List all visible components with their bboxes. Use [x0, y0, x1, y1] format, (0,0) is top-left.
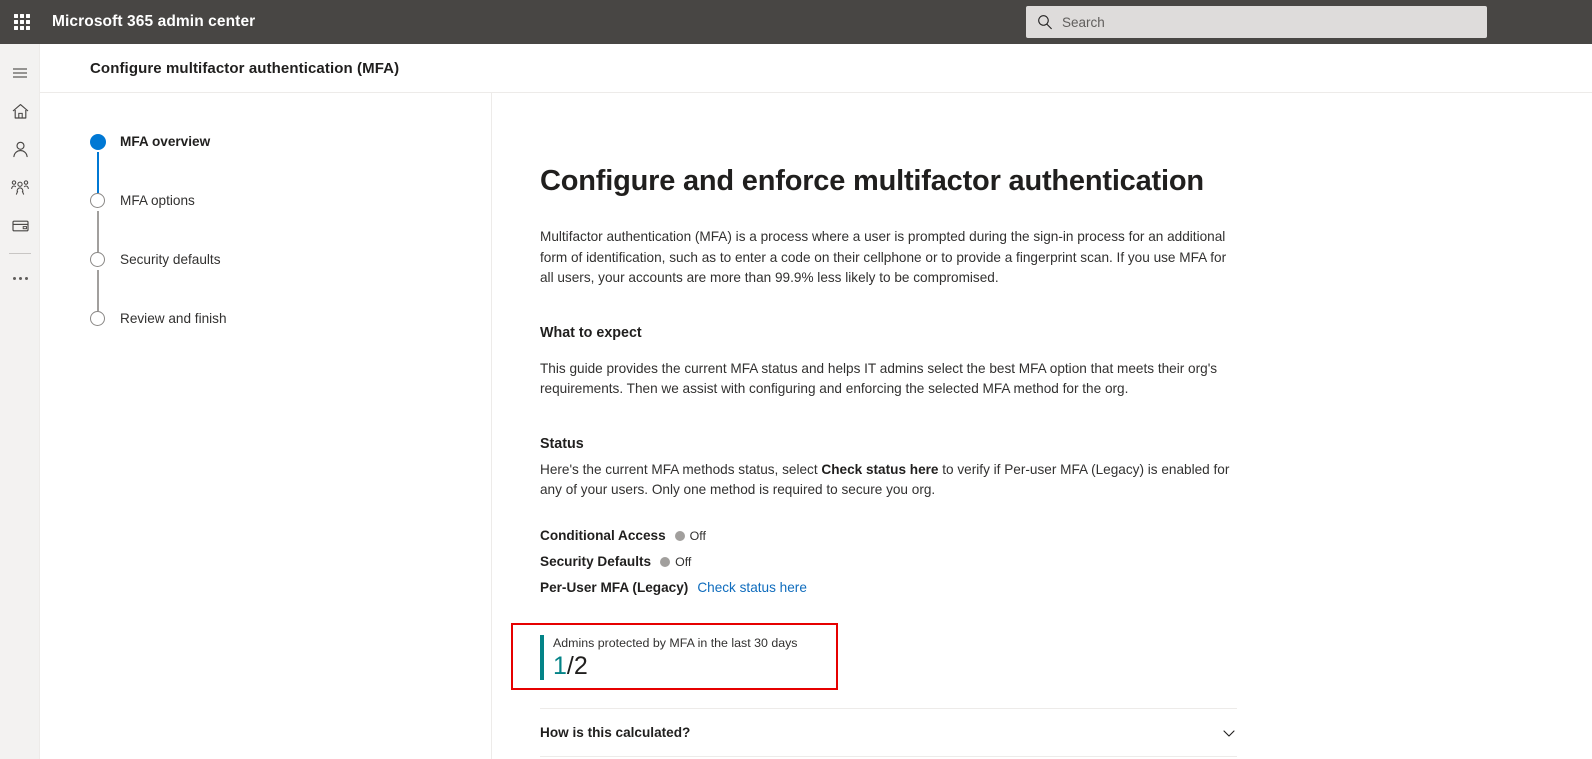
stepper-item-label: Security defaults: [120, 252, 221, 267]
wizard-stepper-panel: MFA overview MFA options Security defaul…: [40, 93, 492, 759]
chevron-down-icon: [1223, 729, 1235, 737]
people-group-icon: [11, 180, 29, 195]
status-dot-icon: [674, 530, 685, 541]
rail-overflow-button[interactable]: [0, 263, 40, 293]
metric-value: 1/2: [553, 652, 798, 680]
step-marker: [90, 193, 106, 252]
step-connector-line: [97, 152, 99, 193]
page-header: Configure multifactor authentication (MF…: [40, 44, 1592, 93]
step-dot-hollow-icon: [90, 311, 105, 326]
collapsible-divider-bottom: [540, 756, 1237, 757]
home-icon: [12, 103, 28, 119]
step-connector-line: [97, 270, 99, 311]
step-dot-hollow-icon: [90, 252, 105, 267]
main-content: Configure and enforce multifactor authen…: [493, 93, 1592, 759]
metric-numerator: 1: [553, 652, 567, 680]
status-row-label: Security Defaults: [540, 554, 652, 569]
check-status-here-link[interactable]: Check status here: [697, 580, 807, 595]
step-marker: [90, 311, 106, 327]
status-row-security-defaults: Security Defaults Off: [540, 549, 1253, 575]
billing-card-icon: [11, 220, 29, 231]
sidebar-item-users[interactable]: [0, 130, 40, 168]
search-box[interactable]: [1026, 6, 1487, 38]
left-nav-rail: [0, 44, 40, 759]
collapsible-label: How is this calculated?: [540, 725, 691, 740]
step-marker: [90, 134, 106, 193]
suite-header-bar: Microsoft 365 admin center: [0, 0, 1592, 44]
sidebar-item-teams-groups[interactable]: [0, 168, 40, 206]
status-description-part1: Here's the current MFA methods status, s…: [540, 461, 822, 477]
mfa-admins-metric-card: Admins protected by MFA in the last 30 d…: [540, 635, 798, 680]
suite-title: Microsoft 365 admin center: [52, 13, 256, 30]
step-dot-hollow-icon: [90, 193, 105, 208]
step-dot-filled-icon: [90, 134, 106, 150]
stepper-item-mfa-overview[interactable]: MFA overview: [90, 133, 227, 193]
ellipsis-icon: [12, 276, 28, 280]
what-to-expect-paragraph: This guide provides the current MFA stat…: [540, 360, 1218, 397]
intro-paragraph: Multifactor authentication (MFA) is a pr…: [540, 229, 1227, 285]
status-row-value: Off: [675, 554, 692, 569]
metric-denominator: /2: [566, 652, 588, 680]
status-heading: Status: [540, 435, 584, 452]
app-launcher-button[interactable]: [0, 0, 44, 44]
status-row-per-user-mfa-legacy: Per-User MFA (Legacy) Check status here: [540, 575, 1253, 601]
status-rows: Conditional Access Off Security Defaults…: [540, 523, 1253, 601]
stepper-item-label: MFA overview: [120, 134, 211, 149]
sidebar-item-home[interactable]: [0, 92, 40, 130]
hamburger-menu-button[interactable]: [0, 54, 40, 92]
status-row-conditional-access: Conditional Access Off: [540, 523, 1253, 549]
how-is-this-calculated-toggle[interactable]: How is this calculated?: [540, 709, 1237, 756]
app-launcher-waffle-icon: [14, 14, 30, 30]
stepper-item-label: MFA options: [120, 193, 195, 208]
status-row-value: Off: [689, 528, 706, 543]
check-status-here-bold: Check status here: [821, 461, 939, 477]
person-icon: [12, 141, 28, 157]
search-input[interactable]: [1062, 8, 1477, 36]
metric-label: Admins protected by MFA in the last 30 d…: [553, 636, 798, 650]
stepper-item-review-and-finish[interactable]: Review and finish: [90, 310, 227, 327]
step-marker: [90, 252, 106, 311]
status-row-label: Conditional Access: [540, 528, 666, 543]
content-heading: Configure and enforce multifactor authen…: [540, 165, 1204, 197]
hamburger-menu-icon: [13, 68, 27, 78]
status-row-label: Per-User MFA (Legacy): [540, 580, 689, 595]
wizard-stepper: MFA overview MFA options Security defaul…: [90, 133, 227, 327]
stepper-item-security-defaults[interactable]: Security defaults: [90, 251, 227, 311]
search-icon: [1038, 15, 1052, 30]
step-connector-line: [97, 211, 99, 252]
status-description: Here's the current MFA methods status, s…: [540, 460, 1240, 501]
page-title: Configure multifactor authentication (MF…: [90, 59, 400, 77]
rail-divider: [8, 253, 31, 254]
what-to-expect-heading: What to expect: [540, 324, 642, 341]
sidebar-item-billing[interactable]: [0, 206, 40, 244]
status-dot-icon: [660, 556, 671, 567]
stepper-item-mfa-options[interactable]: MFA options: [90, 192, 227, 252]
metric-accent-bar: [540, 635, 544, 680]
stepper-item-label: Review and finish: [120, 311, 227, 326]
